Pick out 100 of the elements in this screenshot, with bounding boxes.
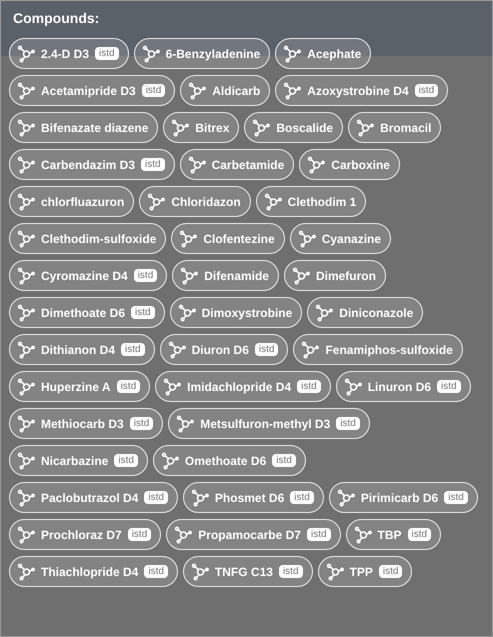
compound-chip[interactable]: Diniconazole xyxy=(307,297,424,328)
molecule-icon xyxy=(17,488,35,506)
istd-badge: istd xyxy=(254,343,278,356)
compound-chip[interactable]: Boscalide xyxy=(244,112,344,143)
compound-chip[interactable]: Dimethoate D6 istd xyxy=(9,297,165,328)
compound-chip[interactable]: Difenamide xyxy=(172,260,279,291)
molecule-icon xyxy=(188,156,206,174)
compound-chip[interactable]: Aldicarb xyxy=(180,75,270,106)
molecule-icon xyxy=(190,488,209,506)
compound-chip[interactable]: Clethodim-sulfoxide xyxy=(9,223,166,254)
istd-badge: istd xyxy=(144,491,168,504)
molecule-icon xyxy=(326,562,344,580)
compound-chip[interactable]: Pirimicarb D6 istd xyxy=(328,482,478,513)
molecule-icon xyxy=(264,192,282,210)
istd-badge: istd xyxy=(121,343,145,356)
molecule-icon xyxy=(179,230,198,248)
molecule-icon xyxy=(147,192,166,210)
istd-badge: istd xyxy=(306,528,331,541)
compound-chip[interactable]: Carbendazim D3 istd xyxy=(9,149,175,180)
molecule-icon xyxy=(17,266,35,284)
compound-chip[interactable]: Clofentezine xyxy=(171,223,285,254)
compound-chip[interactable]: Paclobutrazol D4 istd xyxy=(9,482,178,513)
molecule-icon xyxy=(176,414,194,432)
istd-badge: istd xyxy=(142,84,166,97)
compound-chip[interactable]: Linuron D6 istd xyxy=(336,371,471,402)
istd-badge: istd xyxy=(114,454,138,467)
molecule-icon xyxy=(292,266,310,284)
compound-chip[interactable]: Omethoate D6 istd xyxy=(152,445,306,476)
molecule-icon xyxy=(178,304,196,322)
molecule-icon xyxy=(315,304,334,322)
molecule-icon xyxy=(298,230,316,248)
compound-chip[interactable]: Prochloraz D7 istd xyxy=(9,519,162,550)
compound-chip[interactable]: Thiachlopride D4 istd xyxy=(9,556,178,587)
istd-badge: istd xyxy=(378,565,402,578)
istd-badge: istd xyxy=(290,491,314,504)
compound-chip[interactable]: Bifenazate diazene xyxy=(9,112,158,143)
istd-badge: istd xyxy=(272,454,296,467)
molecule-icon xyxy=(17,562,35,580)
compound-chip[interactable]: 2.4-D D3 istd xyxy=(9,38,129,69)
compound-chip[interactable]: Propamocarbe D7 istd xyxy=(166,519,341,550)
molecule-icon xyxy=(356,118,374,136)
istd-badge: istd xyxy=(437,380,461,393)
compound-chip[interactable]: Cyromazine D4 istd xyxy=(9,260,168,291)
molecule-icon xyxy=(171,118,190,136)
molecule-icon xyxy=(180,266,198,284)
molecule-icon xyxy=(188,82,206,100)
compound-chip[interactable]: TBP istd xyxy=(346,519,442,550)
molecule-icon xyxy=(17,230,35,248)
molecule-icon xyxy=(174,526,192,544)
panel-title: Compounds: xyxy=(12,9,100,28)
molecule-icon xyxy=(17,414,35,432)
compound-chip[interactable]: Dimoxystrobine xyxy=(170,297,302,328)
molecule-icon xyxy=(17,118,35,136)
compound-chip[interactable]: Dithianon D4 istd xyxy=(9,334,155,365)
compound-chip[interactable]: Phosmet D6 istd xyxy=(182,482,324,513)
molecule-icon xyxy=(190,562,209,580)
compound-chip[interactable]: Azoxystrobine D4 istd xyxy=(275,75,448,106)
molecule-icon xyxy=(17,378,35,396)
istd-badge: istd xyxy=(336,417,360,430)
molecule-icon xyxy=(354,526,372,544)
molecule-icon xyxy=(344,378,362,396)
compound-chip[interactable]: TPP istd xyxy=(318,556,412,587)
istd-badge: istd xyxy=(128,528,152,541)
compound-chip[interactable]: Bromacil xyxy=(348,112,442,143)
compound-chip[interactable]: Bitrex xyxy=(163,112,240,143)
istd-badge: istd xyxy=(278,565,302,578)
compound-chip[interactable]: Imidachlopride D4 istd xyxy=(155,371,331,402)
istd-badge: istd xyxy=(444,491,468,504)
molecule-icon xyxy=(17,82,35,100)
compound-chip[interactable]: Cyanazine xyxy=(290,223,392,254)
compound-chip[interactable]: TNFG C13 istd xyxy=(182,556,312,587)
compound-chip[interactable]: Clethodim 1 xyxy=(256,186,366,217)
compound-chip[interactable]: Fenamiphos-sulfoxide xyxy=(293,334,463,365)
molecule-icon xyxy=(336,488,355,506)
molecule-icon xyxy=(17,192,35,210)
molecule-icon xyxy=(17,304,35,322)
compound-chip[interactable]: 6-Benzyladenine xyxy=(134,38,270,69)
compound-chip[interactable]: Dimefuron xyxy=(284,260,386,291)
compound-chip[interactable]: Carbetamide xyxy=(180,149,294,180)
compound-chip[interactable]: Metsulfuron-methyl D3 istd xyxy=(168,408,370,439)
compound-chip[interactable]: Diuron D6 istd xyxy=(160,334,288,365)
molecule-icon xyxy=(142,44,160,62)
compound-chip[interactable]: chlorfluazuron xyxy=(9,186,134,217)
molecule-icon xyxy=(252,118,270,136)
molecule-icon xyxy=(168,340,186,358)
compound-chip[interactable]: Nicarbazine istd xyxy=(9,445,148,476)
compound-chip[interactable]: Huperzine A istd xyxy=(9,371,150,402)
molecule-icon xyxy=(301,340,320,358)
istd-badge: istd xyxy=(130,417,154,430)
compound-chip[interactable]: Acephate xyxy=(275,38,372,69)
molecule-icon xyxy=(283,44,302,62)
compound-chip[interactable]: Methiocarb D3 istd xyxy=(9,408,164,439)
istd-badge: istd xyxy=(134,269,158,282)
istd-badge: istd xyxy=(408,528,432,541)
compound-chip[interactable]: Chloridazon xyxy=(139,186,251,217)
compound-chip[interactable]: Carboxine xyxy=(299,149,400,180)
istd-badge: istd xyxy=(95,47,119,60)
compound-chip[interactable]: Acetamipride D3 istd xyxy=(9,75,176,106)
molecule-icon xyxy=(307,156,326,174)
istd-badge: istd xyxy=(131,306,155,319)
